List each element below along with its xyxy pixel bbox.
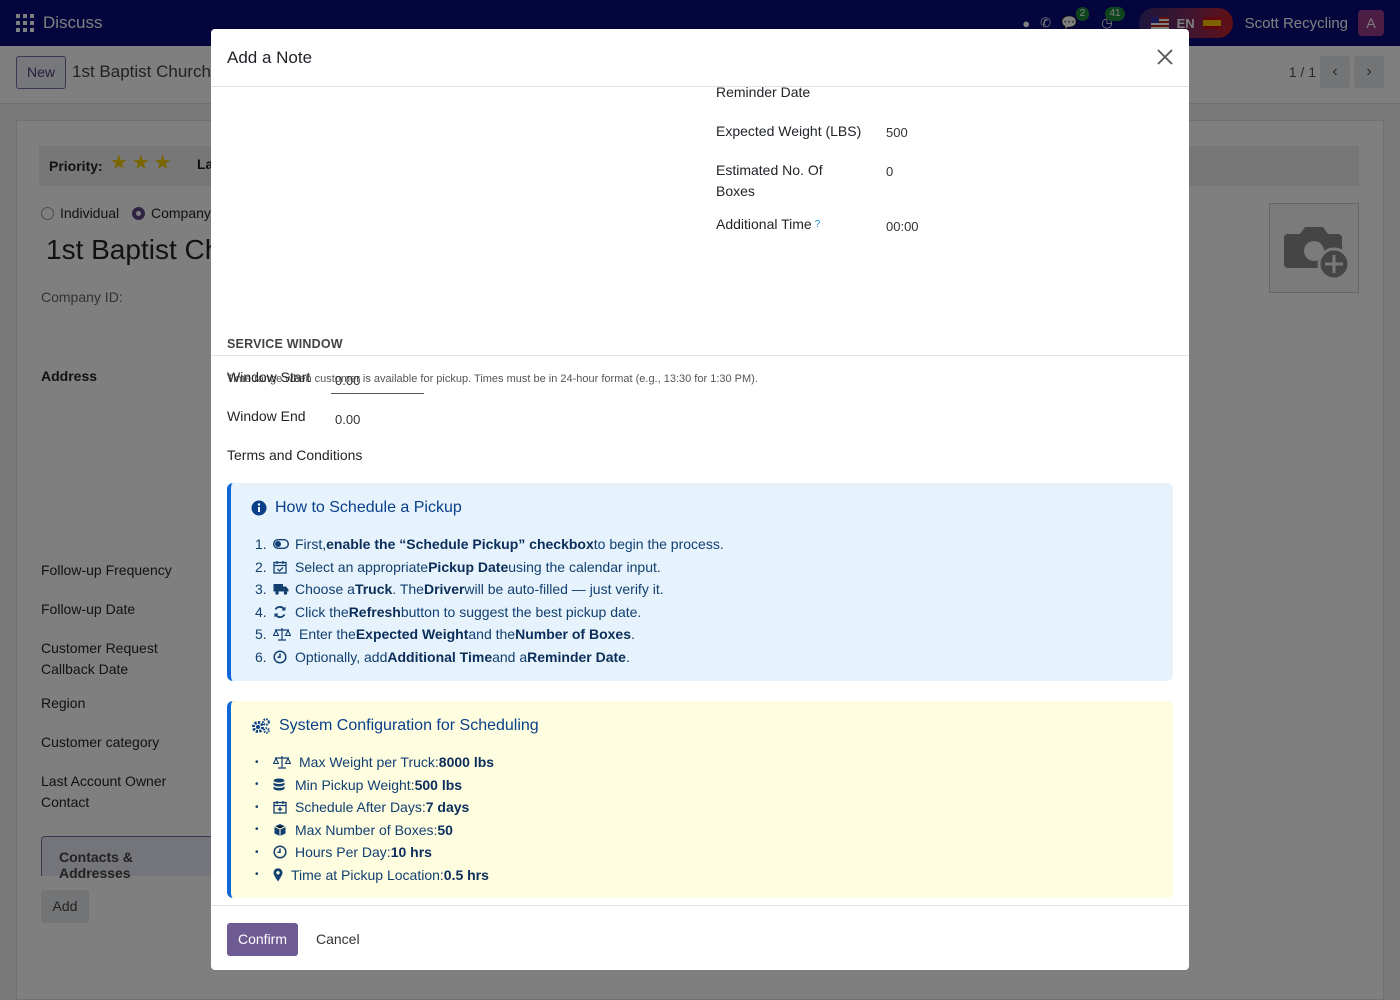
step-item: 5. Enter the Expected Weight and the Num… bbox=[255, 626, 635, 643]
config-items: • Max Weight per Truck: 8000 lbs • Min P… bbox=[255, 751, 494, 886]
additional-time-label-group: Additional Time? bbox=[716, 214, 820, 235]
expected-weight-field[interactable]: 500 bbox=[886, 125, 908, 140]
cogs-icon bbox=[252, 718, 270, 734]
window-start-label: Window Start bbox=[227, 369, 311, 385]
window-end-field[interactable]: 0.00 bbox=[335, 412, 360, 427]
how-to-heading: How to Schedule a Pickup bbox=[251, 499, 462, 517]
truck-icon bbox=[273, 584, 289, 595]
config-item: • Schedule After Days: 7 days bbox=[255, 799, 470, 816]
map-marker-icon bbox=[273, 868, 283, 882]
clock-icon bbox=[273, 650, 287, 664]
reminder-date-label: Reminder Date bbox=[716, 87, 811, 100]
boxes-label-line1: Estimated No. Of bbox=[716, 162, 823, 178]
config-item: • Hours Per Day: 10 hrs bbox=[255, 844, 432, 861]
additional-time-label: Additional Time bbox=[716, 216, 812, 232]
modal-header: Add a Note bbox=[211, 29, 1189, 87]
calendar-plus-icon bbox=[273, 801, 287, 814]
cube-icon bbox=[274, 823, 286, 836]
step-item: 1. First, enable the “Schedule Pickup” c… bbox=[255, 536, 724, 553]
step-item: 2. Select an appropriate Pickup Date usi… bbox=[255, 558, 661, 575]
window-start-field[interactable]: 0.00 bbox=[335, 373, 360, 388]
confirm-button[interactable]: Confirm bbox=[227, 923, 299, 956]
config-item: • Time at Pickup Location: 0.5 hrs bbox=[255, 866, 489, 883]
terms-label: Terms and Conditions bbox=[227, 447, 363, 463]
clock-icon bbox=[273, 845, 287, 859]
window-start-underline bbox=[331, 393, 424, 394]
close-button[interactable] bbox=[1155, 47, 1175, 67]
help-tooltip-icon[interactable]: ? bbox=[815, 219, 821, 230]
config-item: • Max Number of Boxes: 50 bbox=[255, 821, 453, 838]
system-config-alert: System Configuration for Scheduling • Ma… bbox=[227, 701, 1173, 898]
config-item: • Max Weight per Truck: 8000 lbs bbox=[255, 754, 495, 771]
modal-title: Add a Note bbox=[227, 48, 313, 67]
how-to-schedule-alert: How to Schedule a Pickup 1. First, enabl… bbox=[227, 483, 1173, 681]
database-icon bbox=[273, 778, 285, 791]
calendar-check-icon bbox=[273, 560, 287, 574]
cancel-button[interactable]: Cancel bbox=[316, 923, 360, 956]
step-item: 3. Choose a Truck. The Driver will be au… bbox=[255, 581, 664, 598]
boxes-field[interactable]: 0 bbox=[886, 164, 893, 179]
window-end-label: Window End bbox=[227, 408, 306, 424]
additional-time-field[interactable]: 00:00 bbox=[886, 219, 919, 234]
close-icon bbox=[1157, 49, 1173, 65]
balance-scale-icon bbox=[273, 756, 291, 769]
toggle-icon bbox=[273, 539, 289, 550]
config-heading: System Configuration for Scheduling bbox=[251, 717, 539, 735]
how-to-steps: 1. First, enable the “Schedule Pickup” c… bbox=[255, 533, 724, 668]
expected-weight-label: Expected Weight (LBS) bbox=[716, 123, 862, 139]
add-note-dialog: Add a Note Reminder Date Expected Weight… bbox=[211, 29, 1189, 970]
service-window-title: SERVICE WINDOW bbox=[227, 337, 343, 351]
balance-scale-icon bbox=[273, 628, 291, 641]
refresh-icon bbox=[274, 605, 286, 618]
how-to-title: How to Schedule a Pickup bbox=[275, 499, 462, 516]
step-item: 6. Optionally, add Additional Time and a… bbox=[255, 648, 630, 665]
config-item: • Min Pickup Weight: 500 lbs bbox=[255, 776, 463, 793]
section-divider bbox=[211, 355, 1189, 356]
modal-body: Reminder Date Expected Weight (LBS) 500 … bbox=[211, 87, 1189, 905]
boxes-label-line2: Boxes bbox=[716, 183, 755, 199]
step-item: 4. Click the Refresh button to suggest t… bbox=[255, 603, 642, 620]
config-title: System Configuration for Scheduling bbox=[279, 717, 539, 734]
info-circle-icon bbox=[251, 500, 267, 516]
modal-footer: Confirm Cancel bbox=[211, 905, 1189, 970]
